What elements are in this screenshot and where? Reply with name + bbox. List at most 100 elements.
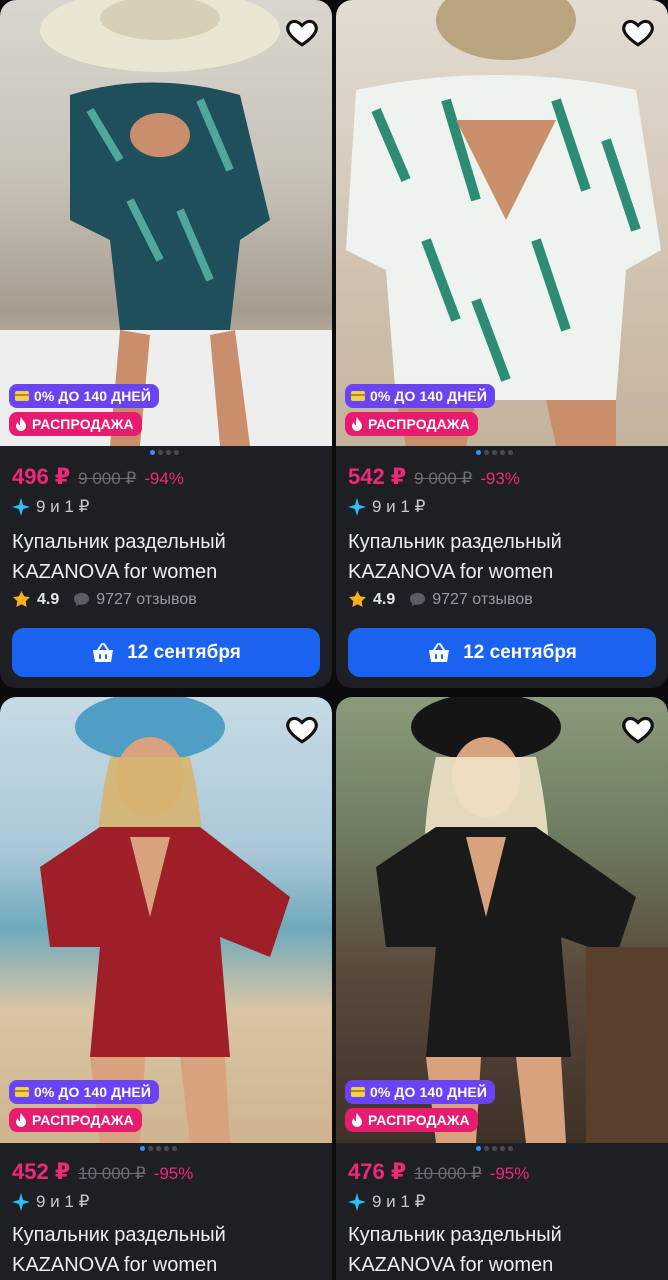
fire-icon — [351, 1113, 363, 1127]
pagination-dot — [158, 450, 163, 455]
favorite-heart-icon[interactable] — [620, 711, 656, 747]
pagination-dot — [492, 1146, 497, 1151]
sparkle-icon — [12, 1193, 30, 1211]
sparkle-icon — [12, 498, 30, 516]
installment-badge: 0% ДО 140 ДНЕЙ — [9, 1080, 160, 1104]
pagination-dot — [500, 1146, 505, 1151]
points-row: 9 и 1 ₽ — [12, 497, 89, 517]
discount-percent: -95% — [489, 1164, 530, 1183]
sale-badge: РАСПРОДАЖА — [9, 1108, 142, 1132]
pagination-dot — [484, 1146, 489, 1151]
pagination-dot — [156, 1146, 161, 1151]
product-grid: 0% ДО 140 ДНЕЙ РАСПРОДАЖА 496 ₽ 9 000 ₽ … — [0, 0, 668, 1280]
pagination-dot — [508, 450, 513, 455]
pagination-dot — [150, 450, 155, 455]
pagination-dot — [476, 450, 481, 455]
pagination-dot — [172, 1146, 177, 1151]
old-price: 9 000 ₽ — [78, 469, 137, 488]
favorite-heart-icon[interactable] — [284, 14, 320, 50]
delivery-date: 12 сентября — [127, 641, 241, 663]
old-price: 10 000 ₽ — [78, 1164, 146, 1183]
installment-badge: 0% ДО 140 ДНЕЙ — [345, 384, 496, 408]
product-image[interactable] — [0, 0, 332, 446]
image-pagination — [150, 450, 179, 455]
pagination-dot — [476, 1146, 481, 1151]
pagination-dot — [166, 450, 171, 455]
favorite-heart-icon[interactable] — [620, 14, 656, 50]
product-card[interactable]: 0% ДО 140 ДНЕЙ РАСПРОДАЖА 452 ₽ 10 000 ₽… — [0, 697, 332, 1280]
sale-badge: РАСПРОДАЖА — [9, 412, 142, 436]
product-image[interactable] — [0, 697, 332, 1143]
delivery-button[interactable]: 12 сентября — [12, 628, 320, 677]
product-card[interactable]: 0% ДО 140 ДНЕЙ РАСПРОДАЖА 542 ₽ 9 000 ₽ … — [336, 0, 668, 688]
product-photo — [40, 697, 290, 1143]
points-row: 9 и 1 ₽ — [348, 1192, 425, 1212]
price-row: 542 ₽ 9 000 ₽ -93% — [348, 464, 520, 490]
pagination-dot — [492, 450, 497, 455]
product-title[interactable]: Купальник раздельный KAZANOVA for women — [12, 527, 322, 587]
basket-icon — [91, 642, 115, 664]
basket-icon — [427, 642, 451, 664]
sale-badge: РАСПРОДАЖА — [345, 412, 478, 436]
points-label: 9 и 1 ₽ — [372, 1192, 426, 1211]
pagination-dot — [508, 1146, 513, 1151]
pagination-dot — [164, 1146, 169, 1151]
image-pagination — [476, 1146, 513, 1151]
old-price: 9 000 ₽ — [414, 469, 473, 488]
discount-percent: -93% — [480, 469, 520, 488]
credit-card-icon — [351, 1087, 365, 1097]
star-icon — [348, 590, 367, 609]
current-price: 542 ₽ — [348, 464, 407, 489]
points-row: 9 и 1 ₽ — [348, 497, 425, 517]
discount-percent: -94% — [144, 469, 184, 488]
product-photo — [346, 0, 661, 446]
product-title[interactable]: Купальник раздельный KAZANOVA for women — [348, 527, 658, 587]
discount-percent: -95% — [153, 1164, 194, 1183]
star-icon — [12, 590, 31, 609]
reviews-count: 9727 отзывов — [432, 590, 533, 608]
pagination-dot — [500, 450, 505, 455]
fire-icon — [351, 417, 363, 431]
sparkle-icon — [348, 498, 366, 516]
product-image[interactable] — [336, 0, 668, 446]
product-card[interactable]: 0% ДО 140 ДНЕЙ РАСПРОДАЖА 476 ₽ 10 000 ₽… — [336, 697, 668, 1280]
fire-icon — [15, 417, 27, 431]
credit-card-icon — [351, 391, 365, 401]
sparkle-icon — [348, 1193, 366, 1211]
chat-bubble-icon — [409, 591, 426, 608]
installment-badge: 0% ДО 140 ДНЕЙ — [345, 1080, 496, 1104]
current-price: 452 ₽ — [12, 1159, 71, 1184]
product-photo — [376, 697, 668, 1143]
points-label: 9 и 1 ₽ — [36, 497, 90, 516]
fire-icon — [15, 1113, 27, 1127]
delivery-date: 12 сентября — [463, 641, 577, 663]
chat-bubble-icon — [73, 591, 90, 608]
installment-badge: 0% ДО 140 ДНЕЙ — [9, 384, 160, 408]
image-pagination — [140, 1146, 177, 1151]
current-price: 476 ₽ — [348, 1159, 407, 1184]
reviews-count: 9727 отзывов — [96, 590, 197, 608]
favorite-heart-icon[interactable] — [284, 711, 320, 747]
delivery-button[interactable]: 12 сентября — [348, 628, 656, 677]
pagination-dot — [148, 1146, 153, 1151]
price-row: 496 ₽ 9 000 ₽ -94% — [12, 464, 184, 490]
product-photo — [0, 0, 332, 446]
current-price: 496 ₽ — [12, 464, 71, 489]
points-label: 9 и 1 ₽ — [36, 1192, 90, 1211]
pagination-dot — [484, 450, 489, 455]
image-pagination — [476, 450, 513, 455]
rating-value: 4.9 — [373, 590, 396, 608]
rating-row: 4.9 9727 отзывов — [348, 590, 533, 609]
price-row: 476 ₽ 10 000 ₽ -95% — [348, 1159, 529, 1185]
product-card[interactable]: 0% ДО 140 ДНЕЙ РАСПРОДАЖА 496 ₽ 9 000 ₽ … — [0, 0, 332, 688]
rating-value: 4.9 — [37, 590, 60, 608]
pagination-dot — [140, 1146, 145, 1151]
product-image[interactable] — [336, 697, 668, 1143]
points-row: 9 и 1 ₽ — [12, 1192, 89, 1212]
credit-card-icon — [15, 391, 29, 401]
product-title[interactable]: Купальник раздельный KAZANOVA for women — [12, 1220, 322, 1280]
points-label: 9 и 1 ₽ — [372, 497, 426, 516]
sale-badge: РАСПРОДАЖА — [345, 1108, 478, 1132]
product-title[interactable]: Купальник раздельный KAZANOVA for women — [348, 1220, 658, 1280]
rating-row: 4.9 9727 отзывов — [12, 590, 197, 609]
